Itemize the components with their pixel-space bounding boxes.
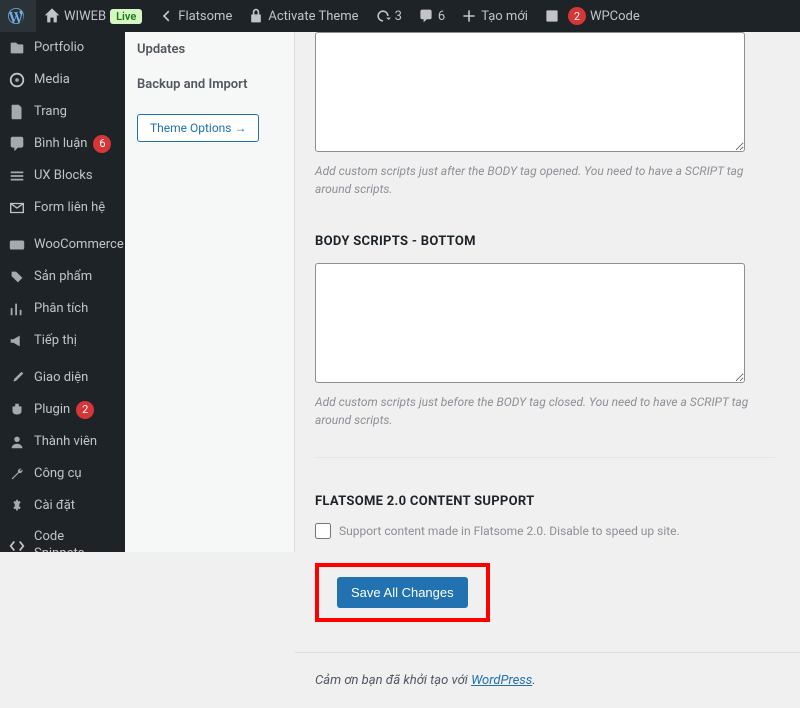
body-top-help: Add custom scripts just after the BODY t… <box>315 162 775 198</box>
theme-options-button[interactable]: Theme Options → <box>137 114 259 142</box>
body-bottom-help: Add custom scripts just before the BODY … <box>315 393 775 429</box>
update-icon <box>375 8 391 24</box>
site-home[interactable]: WIWEB Live <box>36 0 150 32</box>
updates-link[interactable]: 3 <box>367 0 410 32</box>
comment-icon <box>8 135 26 153</box>
user-icon <box>8 433 26 451</box>
wpcode-badge: 2 <box>568 7 586 25</box>
blocks-icon <box>8 167 26 185</box>
woo-icon <box>8 236 26 254</box>
sidebar-item-users[interactable]: Thành viên <box>0 426 125 458</box>
save-button[interactable]: Save All Changes <box>337 577 468 608</box>
comment-icon <box>418 8 434 24</box>
flatsome-link[interactable]: Flatsome <box>150 0 240 32</box>
flatsome20-label: Support content made in Flatsome 2.0. Di… <box>339 524 680 538</box>
site-name: WIWEB <box>64 9 106 24</box>
flatsome20-checkbox[interactable] <box>315 523 331 539</box>
plugin-badge: 2 <box>76 401 94 419</box>
new-link[interactable]: Tạo mới <box>453 0 536 32</box>
sidebar-item-products[interactable]: Sản phẩm <box>0 261 125 293</box>
sidebar-item-appearance[interactable]: Giao diện <box>0 362 125 394</box>
admin-sidebar: Portfolio Media Trang Bình luận6 UX Bloc… <box>0 32 125 552</box>
code-icon <box>8 537 26 552</box>
sidebar-item-portfolio[interactable]: Portfolio <box>0 32 125 64</box>
sidebar-item-woocommerce[interactable]: WooCommerce <box>0 229 125 261</box>
sidebar-item-ux-blocks[interactable]: UX Blocks <box>0 160 125 192</box>
footer: Cảm ơn bạn đã khởi tạo với WordPress. <box>295 652 800 708</box>
body-bottom-scripts-textarea[interactable] <box>315 263 745 383</box>
sidebar-item-comments[interactable]: Bình luận6 <box>0 128 125 160</box>
product-icon <box>8 268 26 286</box>
media-icon <box>8 71 26 89</box>
settings-icon <box>8 497 26 515</box>
sidebar-item-settings[interactable]: Cài đặt <box>0 490 125 522</box>
body-bottom-title: BODY SCRIPTS - BOTTOM <box>315 234 775 249</box>
sidebar-item-code-snippets[interactable]: Code Snippets <box>0 522 125 552</box>
flatsome20-title: FLATSOME 2.0 CONTENT SUPPORT <box>315 494 775 509</box>
sidebar-item-forms[interactable]: Form liên hệ <box>0 192 125 224</box>
lock-icon <box>248 8 264 24</box>
wpcode-link[interactable]: 2 WPCode <box>536 0 648 32</box>
wordpress-icon <box>8 8 24 24</box>
sidebar-item-pages[interactable]: Trang <box>0 96 125 128</box>
activate-theme[interactable]: Activate Theme <box>240 0 366 32</box>
back-icon <box>158 8 174 24</box>
chart-icon <box>8 300 26 318</box>
mail-icon <box>8 199 26 217</box>
comments-link[interactable]: 6 <box>410 0 453 32</box>
wrench-icon <box>8 465 26 483</box>
divider <box>315 457 775 458</box>
live-badge: Live <box>110 9 142 24</box>
brush-icon <box>8 369 26 387</box>
secondary-backup[interactable]: Backup and Import <box>125 67 294 102</box>
secondary-nav: Updates Backup and Import Theme Options … <box>125 32 295 552</box>
comments-badge: 6 <box>93 135 111 153</box>
sidebar-item-marketing[interactable]: Tiếp thị <box>0 325 125 357</box>
body-top-scripts-textarea[interactable] <box>315 32 745 152</box>
home-icon <box>44 8 60 24</box>
wp-logo[interactable] <box>0 0 36 32</box>
plus-icon <box>461 8 477 24</box>
sidebar-item-plugins[interactable]: Plugin2 <box>0 394 125 426</box>
flatsome20-row[interactable]: Support content made in Flatsome 2.0. Di… <box>315 523 775 539</box>
page-icon <box>8 103 26 121</box>
admin-bar: WIWEB Live Flatsome Activate Theme 3 6 T… <box>0 0 800 32</box>
secondary-updates[interactable]: Updates <box>125 32 294 67</box>
sidebar-item-media[interactable]: Media <box>0 64 125 96</box>
plugin-icon <box>8 401 26 419</box>
main-content: Add custom scripts just after the BODY t… <box>295 32 795 652</box>
sidebar-item-tools[interactable]: Công cụ <box>0 458 125 490</box>
wpcode-icon <box>544 8 560 24</box>
sidebar-item-analytics[interactable]: Phân tích <box>0 293 125 325</box>
portfolio-icon <box>8 39 26 57</box>
wordpress-link[interactable]: WordPress <box>471 673 532 688</box>
save-highlight: Save All Changes <box>315 563 490 622</box>
megaphone-icon <box>8 332 26 350</box>
